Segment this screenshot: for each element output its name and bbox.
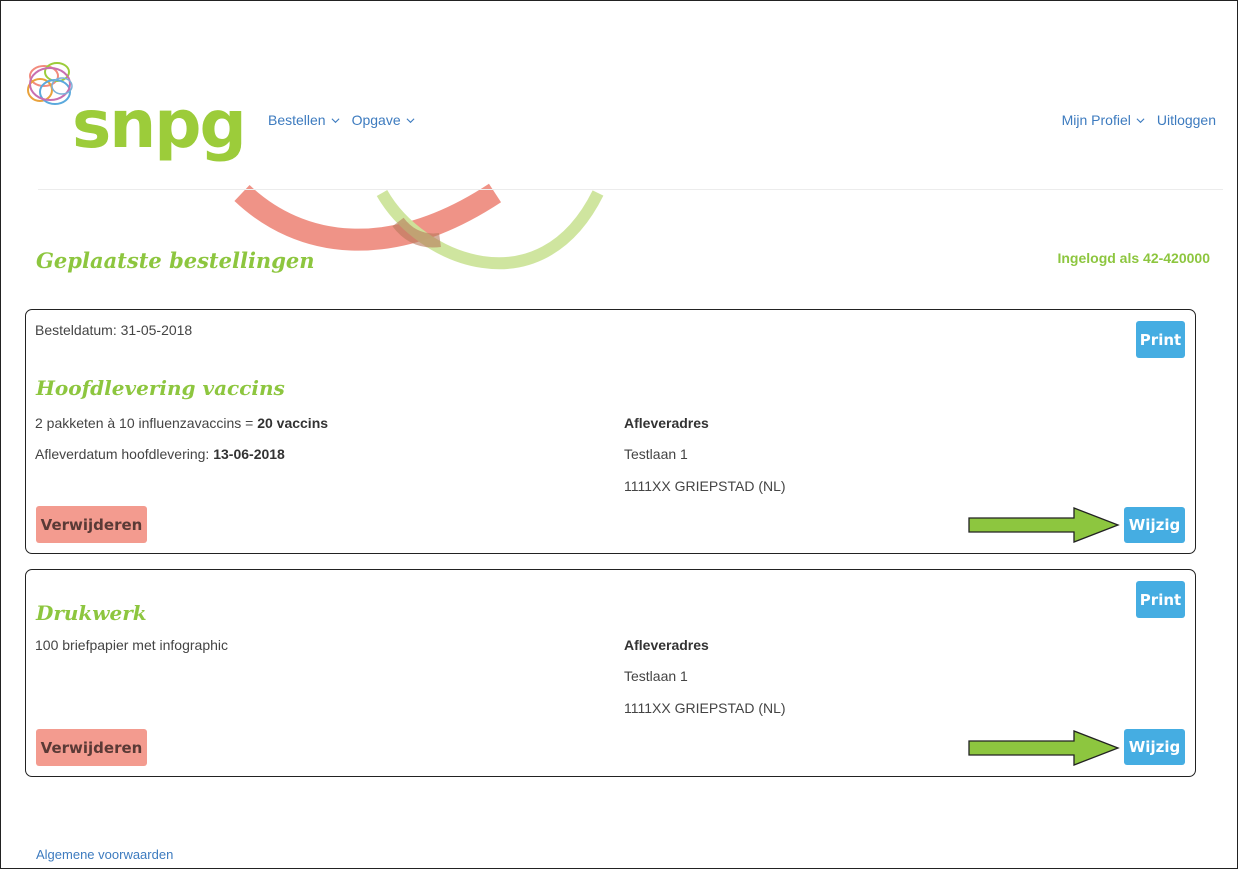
chevron-down-icon: [406, 117, 415, 123]
logo-text: snpg: [72, 86, 247, 163]
vaccine-total: 20 vaccins: [257, 415, 329, 431]
order-card: Print Drukwerk 100 briefpapier met infog…: [25, 569, 1196, 777]
address-city: 1111XX GRIEPSTAD (NL): [624, 478, 786, 494]
snpg-logo[interactable]: snpg: [22, 56, 252, 186]
nav-bestellen-menu[interactable]: Bestellen: [268, 112, 340, 128]
nav-bestellen-label: Bestellen: [268, 112, 326, 128]
address-city: 1111XX GRIEPSTAD (NL): [624, 700, 786, 716]
nav-opgave-label: Opgave: [351, 112, 401, 128]
address-street: Testlaan 1: [624, 668, 688, 684]
order-description-text: 2 pakketen à 10 influenzavaccins =: [35, 415, 258, 431]
address-heading: Afleveradres: [624, 637, 709, 653]
delivery-date-label: Afleverdatum hoofdlevering:: [35, 446, 214, 462]
profile-menu-label: Mijn Profiel: [1061, 112, 1131, 128]
print-button[interactable]: Print: [1136, 581, 1185, 618]
chevron-down-icon: [331, 117, 340, 123]
chevron-down-icon: [1136, 117, 1145, 123]
edit-button[interactable]: Wijzig: [1124, 729, 1185, 765]
order-date: Besteldatum: 31-05-2018: [35, 322, 193, 338]
order-description: 100 briefpapier met infographic: [35, 637, 229, 653]
order-title: Drukwerk: [36, 601, 147, 625]
delivery-date-line: Afleverdatum hoofdlevering: 13-06-2018: [35, 446, 285, 462]
edit-button[interactable]: Wijzig: [1124, 507, 1185, 543]
order-title: Hoofdlevering vaccins: [36, 376, 285, 400]
logout-link[interactable]: Uitloggen: [1157, 112, 1216, 128]
delete-button[interactable]: Verwijderen: [36, 729, 147, 766]
delete-button[interactable]: Verwijderen: [36, 506, 147, 543]
page-title: Geplaatste bestellingen: [36, 248, 315, 273]
address-street: Testlaan 1: [624, 446, 688, 462]
profile-menu[interactable]: Mijn Profiel: [1062, 112, 1145, 128]
order-card: Besteldatum: 31-05-2018 Print Hoofdlever…: [25, 309, 1196, 554]
terms-link[interactable]: Algemene voorwaarden: [36, 847, 173, 862]
print-button[interactable]: Print: [1136, 321, 1185, 358]
address-heading: Afleveradres: [624, 415, 709, 431]
header-divider: [38, 189, 1223, 190]
annotation-arrow-icon: [968, 507, 1120, 543]
main-nav: Bestellen Opgave: [268, 112, 415, 128]
logged-in-status: Ingelogd als 42-420000: [1057, 250, 1210, 266]
nav-opgave-menu[interactable]: Opgave: [352, 112, 415, 128]
delivery-date-value: 13-06-2018: [213, 446, 285, 462]
order-description: 2 pakketen à 10 influenzavaccins = 20 va…: [35, 415, 328, 431]
annotation-arrow-icon: [968, 730, 1120, 766]
user-nav: Mijn Profiel Uitloggen: [1062, 112, 1216, 128]
